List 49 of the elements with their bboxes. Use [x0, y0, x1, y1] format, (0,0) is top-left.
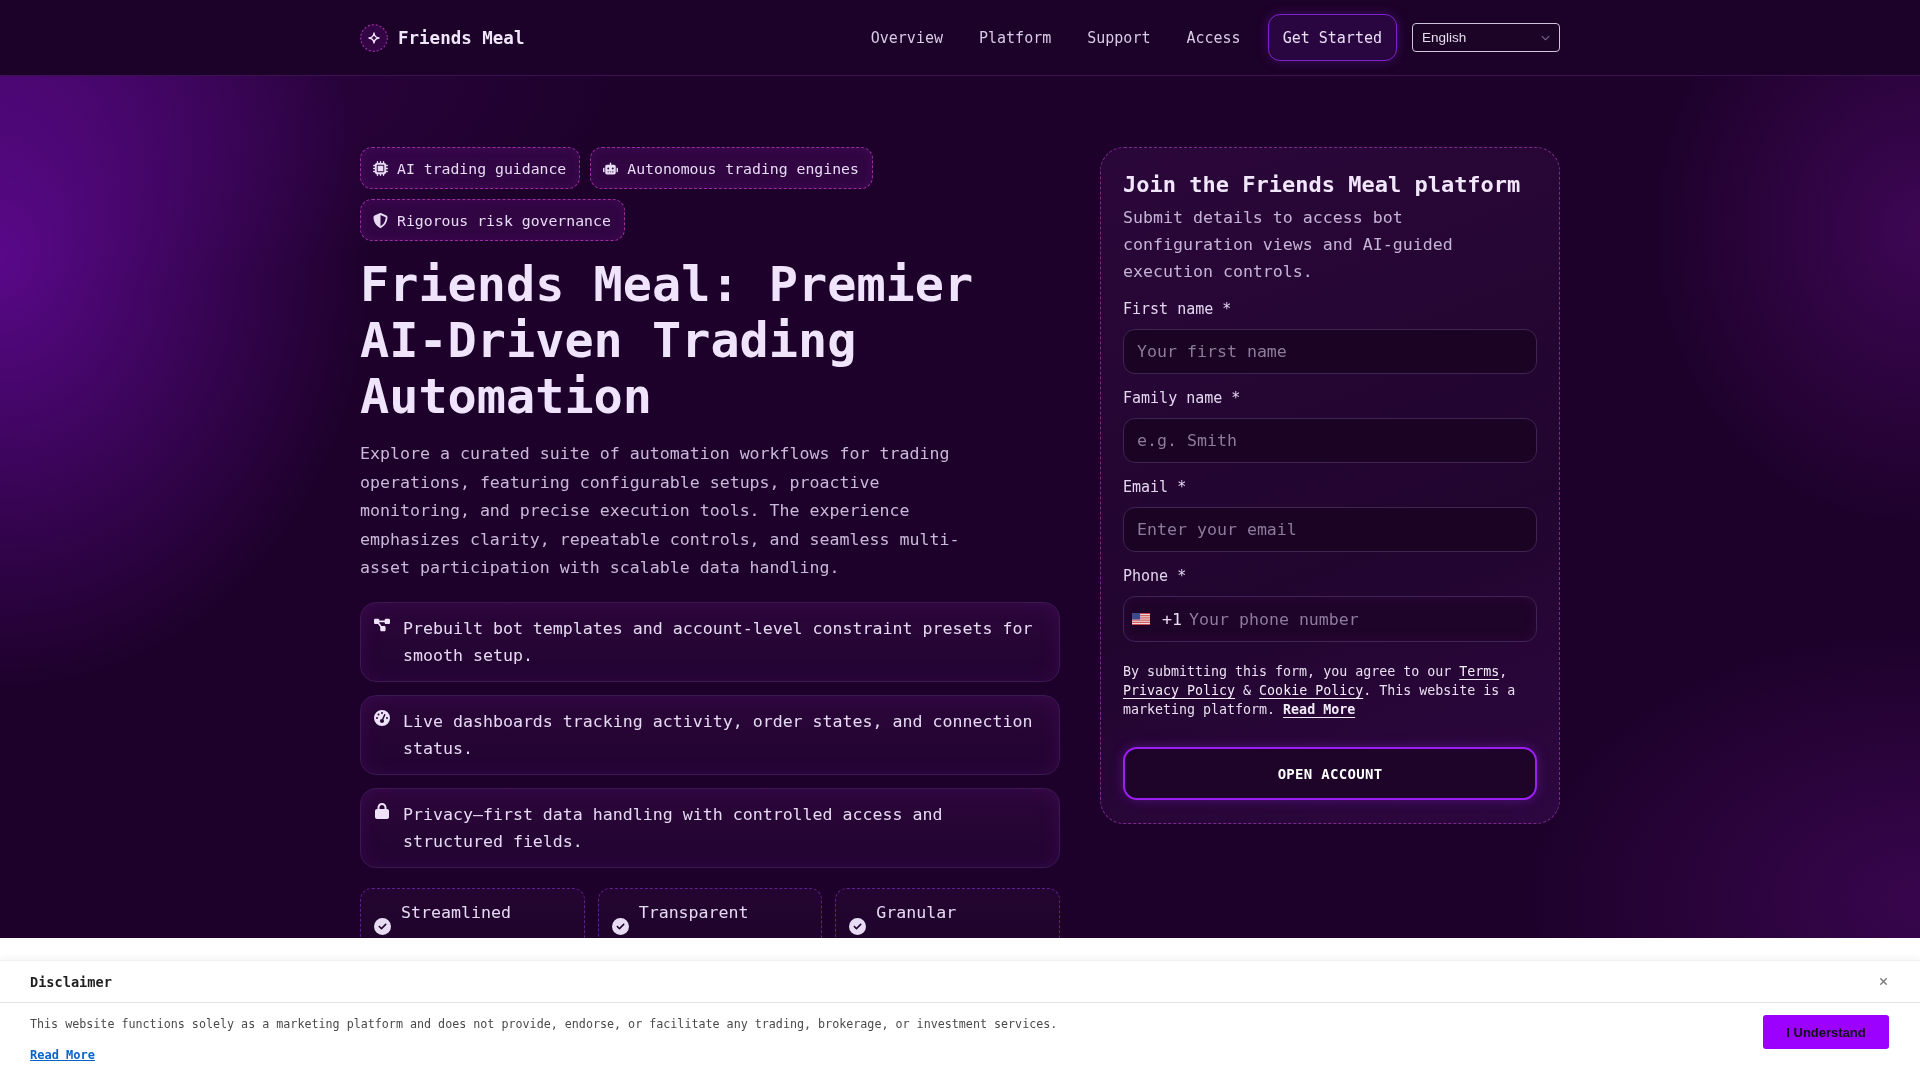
shield-icon	[373, 212, 388, 228]
gauge-icon	[374, 709, 390, 726]
sparkle-logo-icon	[360, 23, 388, 52]
lock-icon	[374, 802, 390, 819]
tag-label: Autonomous trading engines	[627, 159, 859, 177]
tag-label: Rigorous risk governance	[397, 211, 611, 229]
feature-text: Live dashboards tracking activity, order states, and connection status.	[403, 710, 1034, 760]
tag-label: AI trading guidance	[397, 159, 567, 177]
email-field[interactable]: Enter your email	[1123, 507, 1537, 552]
legal-link[interactable]: Privacy Policy	[1123, 683, 1236, 698]
feature-text: Prebuilt bot templates and account-level constraint presets for smooth setup.	[403, 617, 1034, 667]
hero-title: Friends Meal: Premier AI-Driven Trading Automation	[360, 256, 975, 424]
form-subtitle: Submit details to access bot configuration views and AI-guided execution controls.	[1123, 207, 1454, 283]
highlight-label: Streamlined	[401, 901, 511, 924]
field-label: Family name *	[1123, 388, 1242, 408]
text-field[interactable]: e.g. Smith	[1123, 418, 1537, 463]
caret-icon	[1541, 33, 1550, 42]
disclaimer-text: This website functions solely as a marketing platform and does not provide, endorse, or facilitate any trading, brokerage, or investment services.	[30, 1016, 1058, 1033]
language-select[interactable]: English	[1412, 23, 1560, 52]
form-title: Join the Friends Meal platform	[1123, 171, 1522, 199]
brand-name: Friends Meal	[398, 27, 525, 48]
field-label: Phone *	[1123, 566, 1188, 586]
nav-link[interactable]: Support	[1087, 27, 1151, 48]
close-icon[interactable]	[1878, 976, 1889, 987]
diagram-icon	[374, 616, 390, 633]
hero-description: Explore a curated suite of automation workflows for trading operations, featuring configurable setups, proactive monitoring, and precise execution tools. The experience emphasizes clarity, repeatable controls, and seamless multi-asset participation with scalable data handling.	[360, 443, 961, 580]
field-label: Email *	[1123, 477, 1188, 497]
highlight-label: Transparent	[638, 901, 749, 924]
nav-link[interactable]: Overview	[870, 27, 943, 48]
disclaimer-title: Disclaimer	[30, 973, 112, 990]
dial-code[interactable]: +1	[1162, 609, 1182, 629]
highlight-label: Granular	[876, 901, 957, 924]
field-label: First name *	[1123, 299, 1233, 319]
robot-icon	[603, 160, 619, 176]
phone-number-input[interactable]: Your phone number	[1189, 597, 1523, 641]
nav-link[interactable]: Access	[1186, 27, 1241, 48]
legal-link[interactable]: Cookie Policy	[1259, 683, 1364, 698]
phone-field[interactable]: +1 Your phone number	[1123, 596, 1537, 642]
get-started-button[interactable]: Get Started	[1267, 14, 1397, 61]
consent-text: By submitting this form, you agree to our Terms, Privacy Policy & Cookie Policy. This website is a marketing platform. Read More	[1123, 663, 1517, 719]
open-account-button[interactable]: OPEN ACCOUNT	[1123, 747, 1537, 800]
feature-text: Privacy–first data handling with controlled access and structured fields.	[403, 803, 944, 853]
read-more-link[interactable]: Read More	[30, 1047, 96, 1063]
text-field[interactable]: Your first name	[1123, 329, 1537, 374]
us-flag-icon[interactable]	[1132, 613, 1150, 625]
chip-icon	[373, 160, 388, 176]
read-more-link[interactable]: Read More	[1283, 702, 1356, 717]
nav-link[interactable]: Platform	[979, 27, 1052, 48]
legal-link[interactable]: Terms	[1459, 664, 1500, 679]
